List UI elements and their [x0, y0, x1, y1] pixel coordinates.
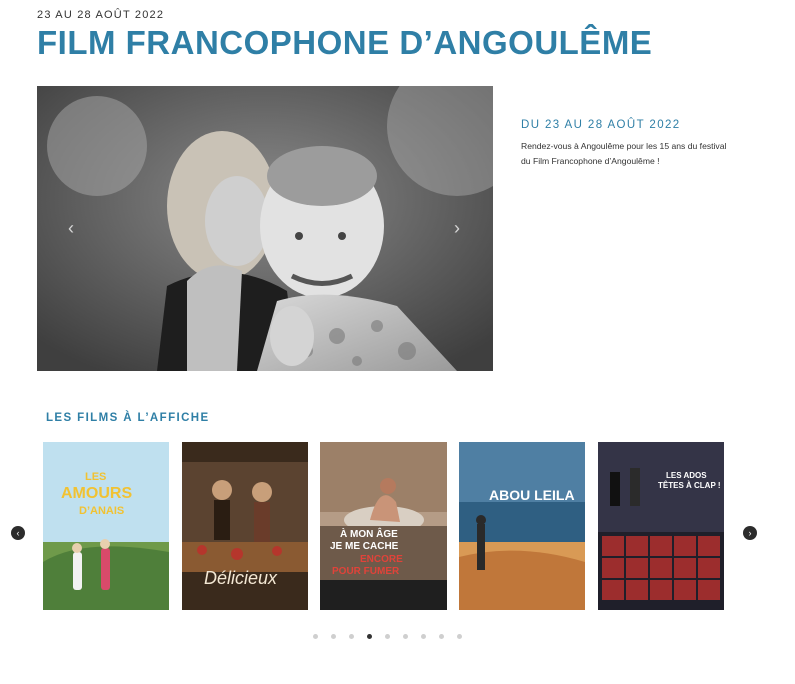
poster-title-line: JE ME CACHE [330, 541, 399, 552]
poster-title-line: ABOU LEILA [489, 487, 575, 503]
poster-a-mon-age[interactable]: À MON ÂGE JE ME CACHE ENCORE POUR FUMER [320, 442, 447, 610]
poster-title-line: ENCORE [360, 554, 403, 565]
poster-title-line: POUR FUMER [332, 566, 400, 577]
pagination-dot[interactable] [403, 634, 408, 639]
pagination-dot[interactable] [349, 634, 354, 639]
event-description: Rendez-vous à Angoulême pour les 15 ans … [521, 141, 727, 166]
poster-delicieux[interactable]: Délicieux [182, 442, 308, 610]
section-title: LES FILMS À L’AFFICHE [46, 412, 210, 424]
hero-photo [37, 86, 493, 371]
hero-prev-button[interactable]: ‹ [61, 218, 81, 238]
poster-image: LES AMOURS D’ANAIS [43, 442, 169, 610]
poster-title-line: D’ANAIS [79, 505, 124, 517]
poster-image: ABOU LEILA [459, 442, 585, 610]
pagination-dot[interactable] [331, 634, 336, 639]
poster-image: LES ADOS TÊTES À CLAP ! [598, 442, 724, 610]
hero-next-button[interactable]: › [447, 218, 467, 238]
poster-title-line: AMOURS [61, 485, 132, 502]
hero-slideshow[interactable]: ‹ › [37, 86, 493, 371]
pagination-dot[interactable] [313, 634, 318, 639]
poster-title-line: LES [85, 471, 106, 483]
carousel-pagination [313, 634, 462, 639]
carousel-prev-button[interactable]: ‹ [11, 526, 25, 540]
poster-les-amours-danais[interactable]: LES AMOURS D’ANAIS [43, 442, 169, 610]
poster-image: Délicieux [182, 442, 308, 610]
chevron-right-icon: › [748, 528, 752, 538]
chevron-left-icon: ‹ [68, 218, 74, 238]
carousel-next-button[interactable]: › [743, 526, 757, 540]
poster-les-ados[interactable]: LES ADOS TÊTES À CLAP ! [598, 442, 724, 610]
pagination-dot[interactable] [439, 634, 444, 639]
poster-image: À MON ÂGE JE ME CACHE ENCORE POUR FUMER [320, 442, 447, 610]
chevron-right-icon: › [454, 218, 460, 238]
event-date-heading: DU 23 AU 28 AOÛT 2022 [521, 119, 681, 131]
pagination-dot[interactable] [385, 634, 390, 639]
page-title: FILM FRANCOPHONE D’ANGOULÊME [37, 24, 653, 61]
pagination-dot[interactable] [367, 634, 372, 639]
poster-title-line: TÊTES À CLAP ! [658, 481, 721, 490]
chevron-left-icon: ‹ [16, 528, 20, 538]
poster-title-line: À MON ÂGE [340, 527, 398, 540]
poster-abou-leila[interactable]: ABOU LEILA [459, 442, 585, 610]
date-line: 23 AU 28 AOÛT 2022 [37, 9, 165, 21]
pagination-dot[interactable] [421, 634, 426, 639]
poster-title-line: LES ADOS [666, 471, 707, 480]
poster-title-line: Délicieux [204, 568, 278, 588]
pagination-dot[interactable] [457, 634, 462, 639]
